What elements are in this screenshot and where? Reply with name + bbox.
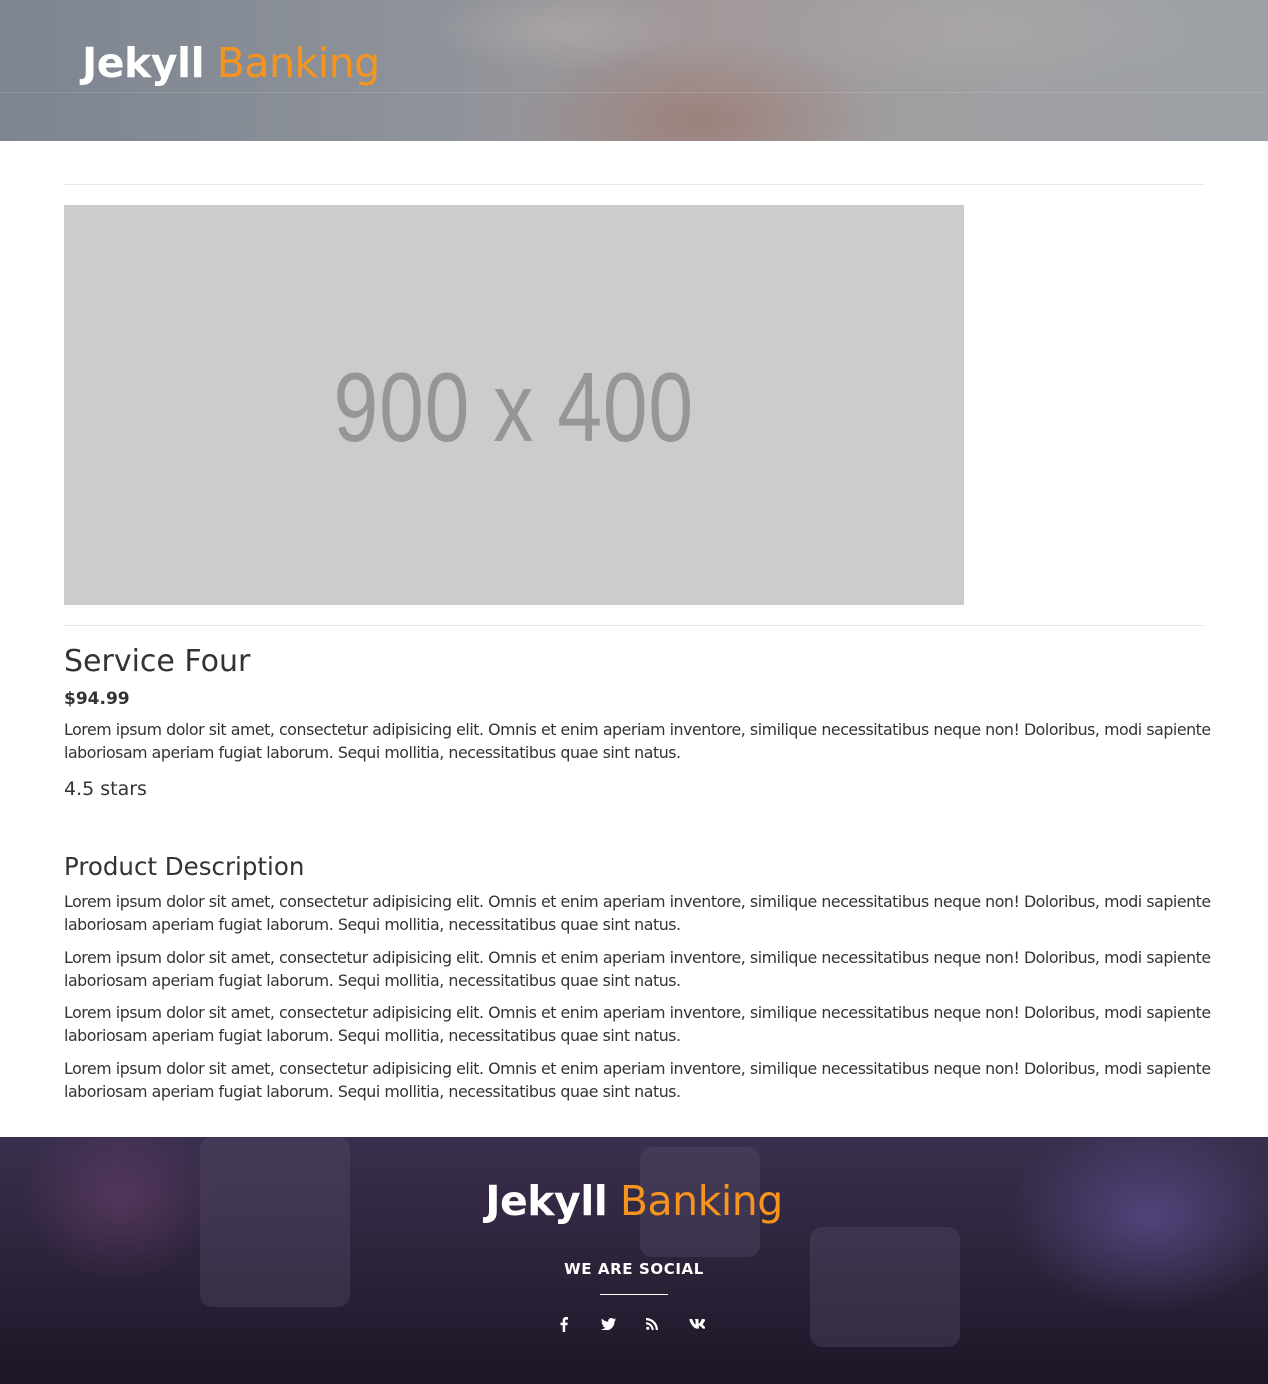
brand-logo-link[interactable]: Jekyll Banking bbox=[82, 36, 380, 90]
image-divider bbox=[64, 625, 1204, 626]
rss-icon[interactable] bbox=[640, 1312, 664, 1336]
description-paragraph: Lorem ipsum dolor sit amet, consectetur … bbox=[64, 892, 1211, 934]
social-title-underline bbox=[600, 1294, 668, 1295]
product-summary: Lorem ipsum dolor sit amet, consectetur … bbox=[64, 720, 1211, 762]
facebook-icon[interactable] bbox=[552, 1312, 576, 1336]
footer-brand-secondary-text: Banking bbox=[619, 1177, 783, 1225]
product-title: Service Four bbox=[64, 644, 251, 679]
description-paragraph: Lorem ipsum dolor sit amet, consectetur … bbox=[64, 1059, 1211, 1101]
site-header: Jekyll Banking bbox=[0, 0, 1268, 141]
product-rating: 4.5 stars bbox=[64, 778, 147, 800]
product-description-heading: Product Description bbox=[64, 852, 305, 881]
brand-secondary-text: Banking bbox=[216, 39, 380, 87]
placeholder-dimensions-text: 900 x 400 bbox=[333, 351, 695, 462]
site-footer: Jekyll Banking WE ARE SOCIAL bbox=[0, 1137, 1268, 1384]
twitter-icon[interactable] bbox=[596, 1312, 620, 1336]
top-divider bbox=[64, 184, 1204, 185]
social-section-title: WE ARE SOCIAL bbox=[564, 1260, 704, 1278]
product-price: $94.99 bbox=[64, 689, 130, 709]
header-divider bbox=[0, 92, 1268, 93]
brand-primary-text: Jekyll bbox=[82, 39, 205, 87]
description-paragraph: Lorem ipsum dolor sit amet, consectetur … bbox=[64, 1003, 1211, 1045]
vk-icon[interactable] bbox=[684, 1312, 708, 1336]
footer-brand-primary-text: Jekyll bbox=[485, 1177, 608, 1225]
social-links bbox=[552, 1312, 708, 1336]
footer-brand-logo[interactable]: Jekyll Banking bbox=[0, 1175, 1268, 1227]
background-decoration bbox=[810, 1227, 960, 1347]
description-paragraph: Lorem ipsum dolor sit amet, consectetur … bbox=[64, 948, 1211, 990]
product-image-placeholder: 900 x 400 bbox=[64, 205, 964, 605]
